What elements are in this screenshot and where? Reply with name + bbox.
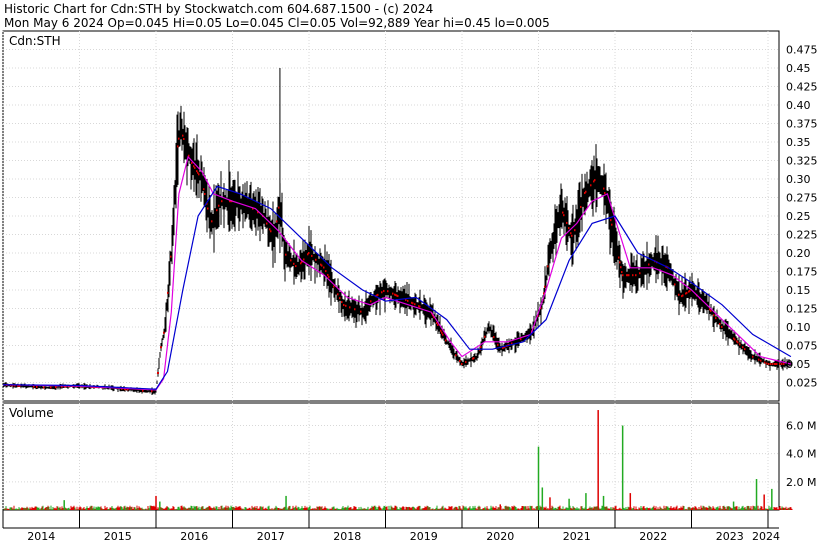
price-y-tick-label: 0.25 (786, 210, 811, 223)
volume-panel-title: Volume (9, 406, 54, 420)
price-y-tick-label: 0.20 (786, 247, 811, 260)
price-panel-frame (2, 30, 780, 402)
price-y-tick-label: 0.225 (786, 229, 818, 242)
x-tick-label: 2022 (639, 530, 667, 543)
down-day-mark (160, 346, 162, 349)
x-tick-label: 2023 (716, 530, 744, 543)
price-y-tick-label: 0.425 (786, 81, 818, 94)
volume-y-tick-label: 2.0 M (786, 476, 816, 489)
x-tick-label: 2014 (27, 530, 55, 543)
price-y-tick-label: 0.05 (786, 358, 811, 371)
down-day-mark (157, 372, 159, 375)
price-y-tick-label: 0.175 (786, 266, 818, 279)
x-tick-label: 2020 (486, 530, 514, 543)
x-tick-label: 2021 (563, 530, 591, 543)
stock-chart: Historic Chart for Cdn:STH by Stockwatch… (0, 0, 830, 543)
volume-y-tick-label: 6.0 M (786, 420, 816, 433)
price-y-tick-label: 0.30 (786, 173, 811, 186)
price-y-tick-label: 0.40 (786, 99, 811, 112)
price-y-tick-label: 0.125 (786, 303, 818, 316)
price-y-tick-label: 0.325 (786, 155, 818, 168)
price-y-tick-label: 0.025 (786, 377, 818, 390)
chart-header-line2: Mon May 6 2024 Op=0.045 Hi=0.05 Lo=0.045… (4, 16, 550, 30)
chart-header-line1: Historic Chart for Cdn:STH by Stockwatch… (4, 2, 433, 16)
price-y-tick-label: 0.275 (786, 192, 818, 205)
x-tick-label: 2017 (257, 530, 285, 543)
price-y-tick-label: 0.375 (786, 118, 818, 131)
volume-y-tick-label: 4.0 M (786, 448, 816, 461)
volume-panel-frame (2, 402, 780, 511)
x-tick-label: 2015 (104, 530, 132, 543)
price-y-tick-label: 0.10 (786, 321, 811, 334)
price-panel-title: Cdn:STH (9, 34, 61, 48)
x-tick-label: 2024 (752, 530, 780, 543)
price-y-tick-label: 0.35 (786, 136, 811, 149)
price-y-tick-label: 0.45 (786, 62, 811, 75)
x-tick-label: 2019 (410, 530, 438, 543)
stock-chart-svg: Historic Chart for Cdn:STH by Stockwatch… (2, 2, 818, 543)
price-y-tick-label: 0.075 (786, 340, 818, 353)
price-y-tick-label: 0.15 (786, 284, 811, 297)
x-tick-label: 2018 (333, 530, 361, 543)
price-y-tick-label: 0.475 (786, 44, 818, 57)
x-tick-label: 2016 (180, 530, 208, 543)
